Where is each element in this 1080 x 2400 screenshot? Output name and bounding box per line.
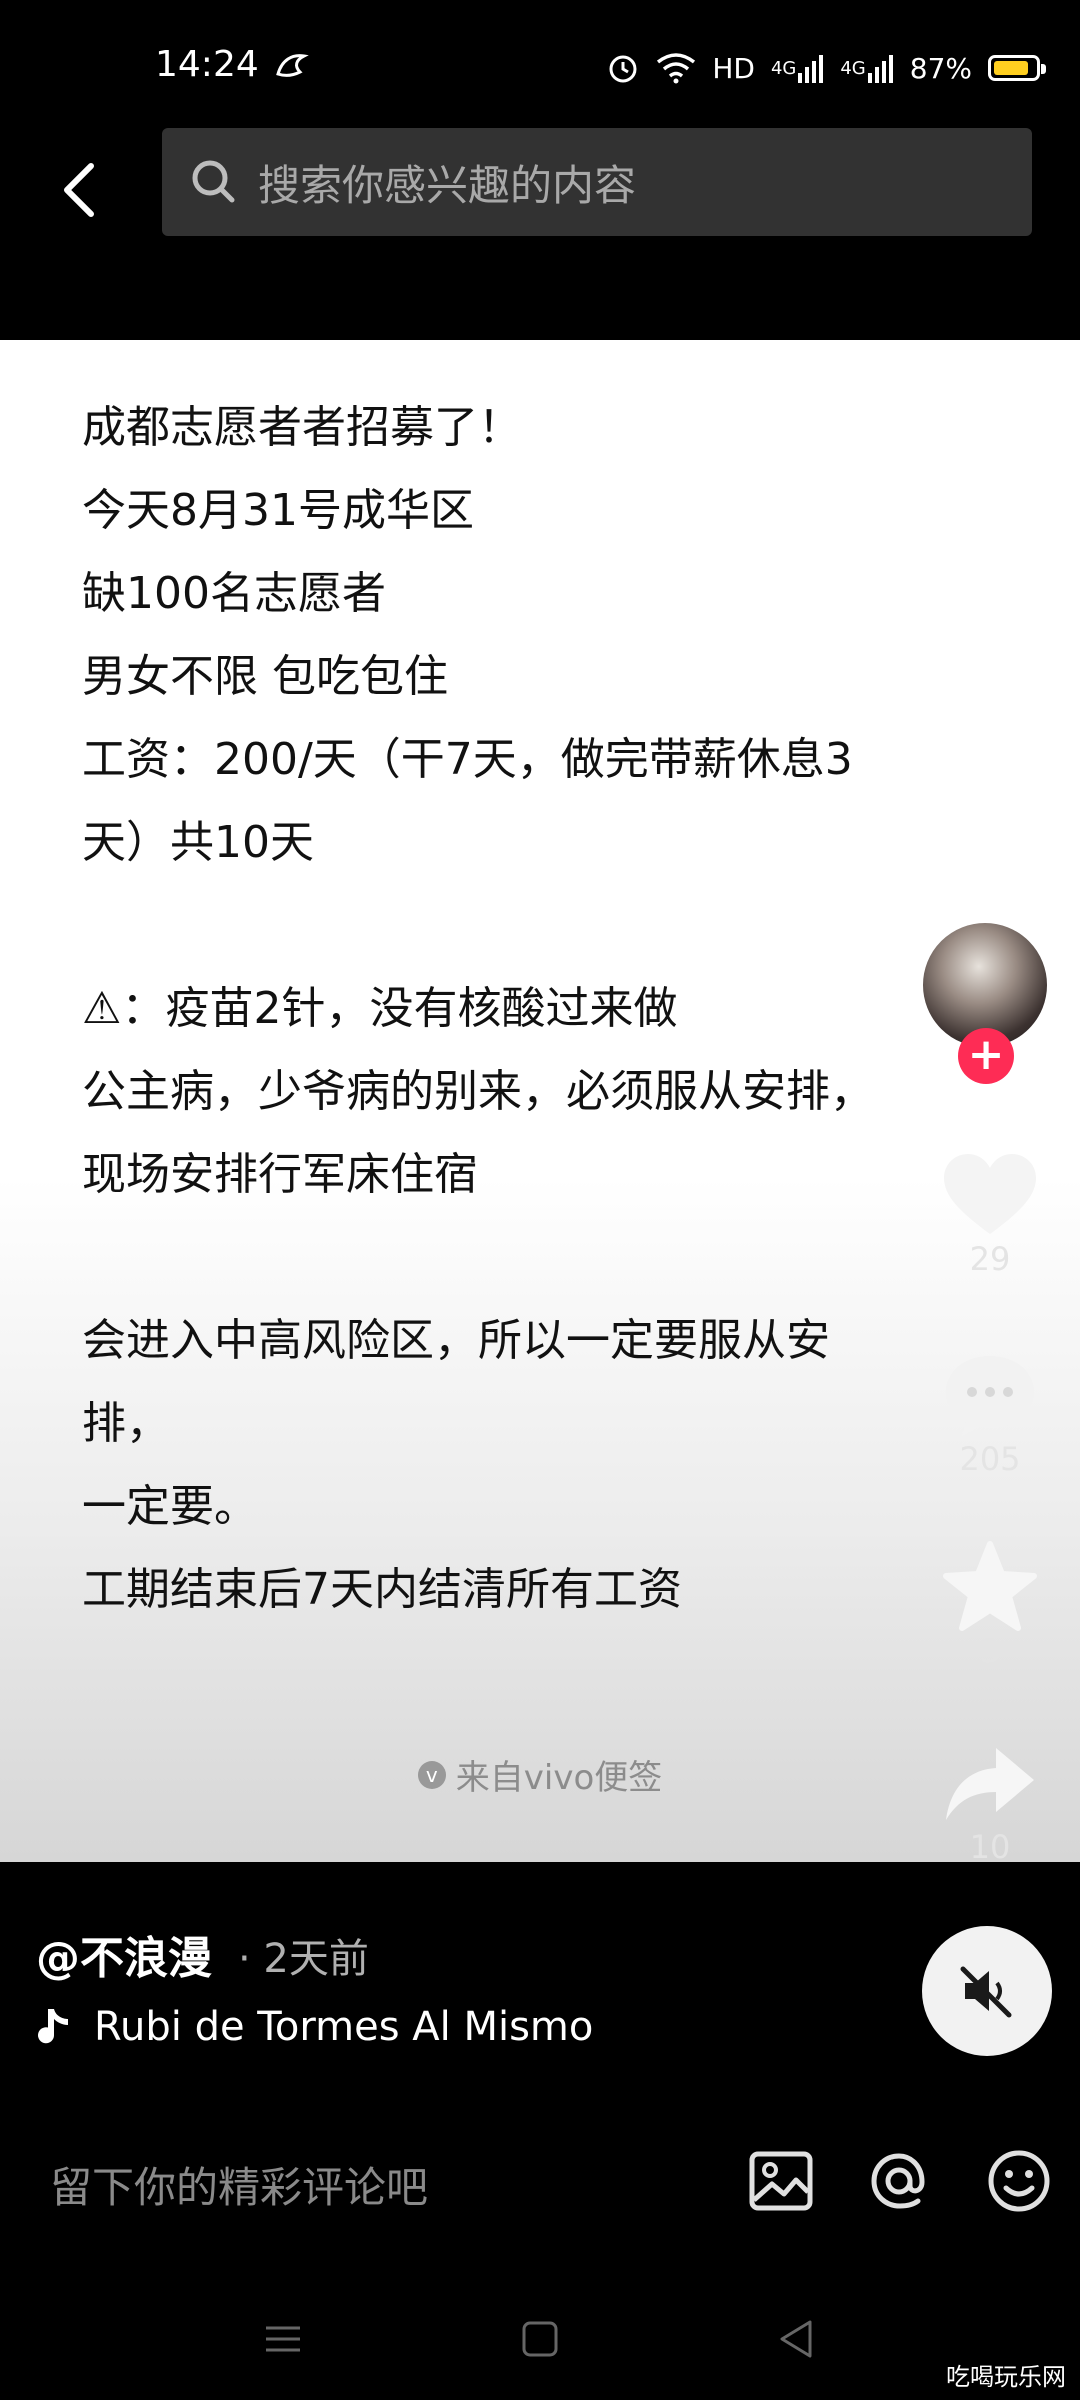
search-icon <box>192 160 235 203</box>
back-button[interactable] <box>44 150 114 230</box>
search-input[interactable]: 搜索你感兴趣的内容 <box>162 128 1032 236</box>
hd-label: HD <box>712 51 755 85</box>
home-icon[interactable] <box>515 2314 565 2364</box>
note-line: 现场安排行军床住宿 <box>82 1149 478 1200</box>
signal-2-label: 4G <box>840 57 866 79</box>
video-info: @不浪漫 · 2天前 Rubi de Tormes Al Mismo <box>0 1862 1080 2332</box>
music-note-icon <box>38 2009 68 2044</box>
share-button[interactable]: 10 <box>930 1740 1050 1866</box>
status-time: 14:24 <box>155 44 259 85</box>
note-line: 一定要。 <box>82 1481 258 1532</box>
comment-input[interactable]: 留下你的精彩评论吧 <box>50 2154 428 2215</box>
note-line: 排， <box>82 1398 170 1449</box>
battery-icon <box>988 55 1046 81</box>
follow-button[interactable]: + <box>958 1028 1014 1084</box>
app-notification-icon <box>276 54 309 77</box>
author-name[interactable]: @不浪漫 <box>36 1922 212 1986</box>
battery-fill <box>994 61 1029 75</box>
note-source-label: 来自vivo便签 <box>455 1758 663 1798</box>
author-avatar-group: + <box>920 920 1054 1084</box>
system-nav-bar <box>0 2272 1080 2400</box>
comment-button[interactable]: 205 <box>930 1350 1050 1478</box>
at-mention-icon[interactable] <box>864 2146 934 2216</box>
favorite-count: 3 <box>979 1632 1001 1670</box>
note-text: 成都志愿者者招募了！ 今天8月31号成华区 缺100名志愿者 男女不限 包吃包住… <box>82 386 962 1631</box>
watermark: 吃喝玩乐网 <box>940 2355 1072 2394</box>
emoji-icon[interactable] <box>984 2146 1054 2216</box>
speaker-muted-icon <box>960 1966 1012 2018</box>
like-button[interactable]: 29 <box>930 1150 1050 1278</box>
signal-1-label: 4G <box>770 57 797 79</box>
like-count: 29 <box>969 1240 1011 1278</box>
note-blank-line <box>82 1216 962 1299</box>
signal-icon: 4G <box>771 53 824 83</box>
chevron-left-icon <box>64 163 94 217</box>
music-name: Rubi de Tormes Al Mismo <box>94 2004 594 2050</box>
note-line: 工期结束后7天内结清所有工资 <box>82 1564 682 1615</box>
note-line: 缺100名志愿者 <box>82 568 386 619</box>
comment-bar: 留下你的精彩评论吧 <box>0 2112 1080 2252</box>
note-line: 会进入中高风险区，所以一定要服从安 <box>82 1315 830 1366</box>
note-line: 公主病，少爷病的别来，必须服从安排， <box>82 1066 874 1117</box>
music-info[interactable]: Rubi de Tormes Al Mismo <box>36 2004 594 2050</box>
note-line: 今天8月31号成华区 <box>82 485 474 536</box>
note-blank-line <box>82 884 962 967</box>
share-count: 10 <box>969 1828 1011 1866</box>
search-placeholder: 搜索你感兴趣的内容 <box>258 160 637 210</box>
note-line: 天）共10天 <box>82 817 314 868</box>
share-arrow-icon <box>946 1748 1034 1820</box>
note-line: 工资：200/天（干7天，做完带薪休息3 <box>82 734 853 785</box>
signal-icon-2: 4G <box>840 53 893 83</box>
battery-percent: 87% <box>909 51 972 85</box>
post-time: · 2天前 <box>238 1936 369 1982</box>
star-icon <box>943 1541 1037 1631</box>
note-line: 成都志愿者者招募了！ <box>82 402 522 453</box>
favorite-button[interactable]: 3 <box>930 1540 1050 1670</box>
wifi-icon <box>657 53 696 84</box>
image-icon[interactable] <box>746 2146 816 2216</box>
vivo-icon: v <box>417 1760 446 1789</box>
status-bar: 14:24 HD 4G 4G 87% <box>0 0 1080 110</box>
alarm-icon <box>609 55 637 83</box>
note-line: 男女不限 包吃包住 <box>82 651 448 702</box>
comment-icon <box>946 1356 1034 1436</box>
search-header: 搜索你感兴趣的内容 <box>0 110 1080 340</box>
status-icons: HD 4G 4G 87% <box>606 44 1046 92</box>
video-content-note[interactable]: 成都志愿者者招募了！ 今天8月31号成华区 缺100名志愿者 男女不限 包吃包住… <box>0 340 1080 1862</box>
back-triangle-icon[interactable] <box>772 2314 822 2364</box>
mute-button[interactable] <box>922 1926 1052 2056</box>
note-source: v 来自vivo便签 <box>0 1750 1080 1799</box>
comment-count: 205 <box>959 1440 1021 1478</box>
heart-icon <box>944 1154 1036 1234</box>
menu-icon[interactable] <box>258 2314 308 2364</box>
note-line: ⚠：疫苗2针，没有核酸过来做 <box>82 983 678 1034</box>
